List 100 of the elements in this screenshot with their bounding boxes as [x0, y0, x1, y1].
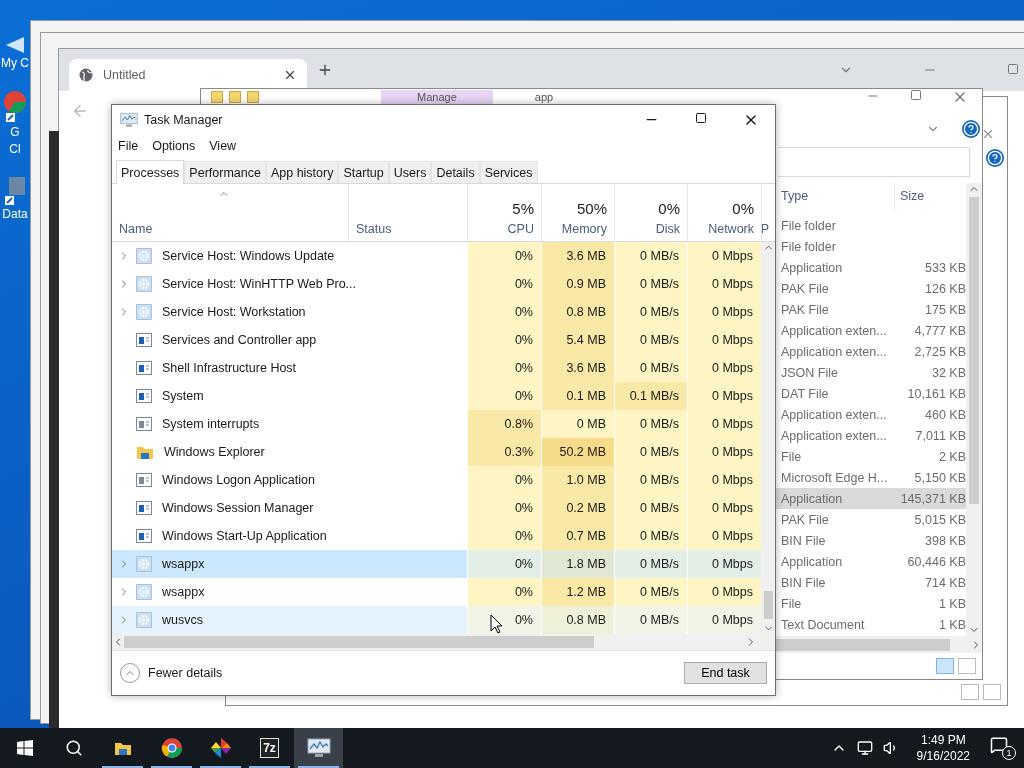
- process-row[interactable]: Service Host: WinHTTP Web Pro... 0% 0.9 MB 0 MB/s 0 Mbps: [112, 270, 761, 298]
- process-row[interactable]: Service Host: Workstation 0% 0.8 MB 0 MB/s 0 Mbps: [112, 298, 761, 326]
- file-row[interactable]: Application exten... 7,011 KB: [776, 425, 966, 446]
- file-row[interactable]: DAT File 10,161 KB: [776, 383, 966, 404]
- process-name: Service Host: Windows Update: [162, 249, 335, 263]
- file-row[interactable]: File 1 KB: [776, 593, 966, 614]
- column-header[interactable]: Network: [708, 222, 754, 236]
- column-header[interactable]: Type: [776, 183, 894, 209]
- menu-item[interactable]: File: [114, 139, 143, 153]
- file-row[interactable]: PAK File 5,015 KB: [776, 509, 966, 530]
- taskbar-app[interactable]: 7z: [245, 728, 294, 768]
- metric-cell: 0 MB: [541, 410, 614, 438]
- metric-cell: 0 Mbps: [687, 494, 761, 522]
- process-name: wusvcs: [162, 613, 203, 627]
- help-icon[interactable]: [962, 120, 980, 138]
- process-row[interactable]: wusvcs 0% 0.8 MB 0 MB/s 0 Mbps: [112, 606, 761, 634]
- column-header[interactable]: Disk: [655, 222, 680, 236]
- folder-icon[interactable]: [229, 91, 241, 103]
- tiles-view-icon[interactable]: [983, 684, 1001, 700]
- file-row[interactable]: Application 145,371 KB: [776, 488, 966, 509]
- folder-icon[interactable]: [247, 91, 259, 103]
- folder-icon[interactable]: [211, 91, 223, 103]
- process-row[interactable]: Windows Explorer 0.3% 50.2 MB 0 MB/s 0 Mbps: [112, 438, 761, 466]
- desktop-icon-label[interactable]: G: [10, 125, 20, 140]
- scrollbar[interactable]: [112, 634, 775, 650]
- file-row[interactable]: BIN File 714 KB: [776, 572, 966, 593]
- tab[interactable]: App history: [265, 161, 339, 183]
- file-row[interactable]: Application exten... 460 KB: [776, 404, 966, 425]
- file-row[interactable]: Application exten... 4,777 KB: [776, 320, 966, 341]
- taskbar-app[interactable]: [294, 728, 343, 768]
- file-row[interactable]: JSON File 32 KB: [776, 362, 966, 383]
- metric-cell: 0.2 MB: [541, 494, 614, 522]
- ribbon-tab[interactable]: Manage: [381, 90, 493, 104]
- window-icon: [136, 389, 152, 403]
- usage-total: 50%: [576, 200, 607, 217]
- file-row[interactable]: BIN File 398 KB: [776, 530, 966, 551]
- file-row[interactable]: Microsoft Edge H... 5,150 KB: [776, 467, 966, 488]
- metric-cell: 0 MB/s: [614, 298, 687, 326]
- desktop-icon-label[interactable]: Cl: [9, 142, 21, 157]
- close-icon[interactable]: [283, 68, 297, 82]
- process-row[interactable]: System 0% 0.1 MB 0.1 MB/s 0 Mbps: [112, 382, 761, 410]
- process-row[interactable]: Windows Logon Application 0% 1.0 MB 0 MB/s 0 Mbps: [112, 466, 761, 494]
- clock-time[interactable]: 1:49 PM: [920, 732, 966, 748]
- scroll-thumb[interactable]: [763, 591, 773, 619]
- column-header[interactable]: CPU: [507, 222, 534, 236]
- details-view-icon[interactable]: [936, 658, 954, 674]
- tab[interactable]: Details: [431, 161, 480, 183]
- ribbon-tab[interactable]: app: [498, 90, 590, 104]
- maximize-icon[interactable]: [695, 112, 707, 124]
- file-row[interactable]: PAK File 126 KB: [776, 278, 966, 299]
- desktop-icon-label[interactable]: My C: [1, 56, 29, 71]
- usage-total: 5%: [512, 200, 534, 217]
- network-icon[interactable]: [856, 740, 873, 756]
- column-header[interactable]: Status: [356, 222, 392, 236]
- metric-cell: 0 Mbps: [687, 354, 761, 382]
- end-task-button[interactable]: End task: [684, 662, 767, 684]
- process-row[interactable]: Service Host: Windows Update 0% 3.6 MB 0 MB/s 0 Mbps: [112, 242, 761, 270]
- metric-cell: 0 Mbps: [687, 382, 761, 410]
- file-row[interactable]: File 2 KB: [776, 446, 966, 467]
- tab[interactable]: Processes: [116, 160, 185, 184]
- file-row[interactable]: File folder: [776, 215, 966, 236]
- process-row[interactable]: wsappx 0% 1.8 MB 0 MB/s 0 Mbps: [112, 550, 761, 578]
- clock-date[interactable]: 9/16/2022: [916, 748, 970, 764]
- tab[interactable]: Startup: [338, 161, 389, 183]
- file-row[interactable]: Application 533 KB: [776, 257, 966, 278]
- browser-tab[interactable]: Untitled: [69, 59, 307, 91]
- file-row[interactable]: Application exten... 2,725 KB: [776, 341, 966, 362]
- desktop-icon-label[interactable]: Data: [2, 207, 28, 222]
- scrollbar[interactable]: [966, 183, 982, 636]
- tab[interactable]: Services: [479, 161, 538, 183]
- file-row[interactable]: Text Document 1 KB: [776, 614, 966, 635]
- tab[interactable]: Performance: [184, 161, 266, 183]
- new-tab-icon[interactable]: [317, 62, 333, 78]
- process-row[interactable]: wsappx 0% 1.2 MB 0 MB/s 0 Mbps: [112, 578, 761, 606]
- help-icon[interactable]: [986, 149, 1004, 167]
- scrollbar[interactable]: [776, 636, 982, 653]
- back-icon[interactable]: [71, 102, 89, 120]
- tiles-view-icon[interactable]: [958, 658, 976, 674]
- process-row[interactable]: Windows Session Manager 0% 0.2 MB 0 MB/s 0 Mbps: [112, 494, 761, 522]
- column-header[interactable]: P: [762, 222, 769, 236]
- metric-cell: 0.1 MB: [541, 382, 614, 410]
- metric-cell: 0 Mbps: [687, 578, 761, 606]
- process-row[interactable]: Shell Infrastructure Host 0% 3.6 MB 0 MB/s 0 Mbps: [112, 354, 761, 382]
- file-row[interactable]: PAK File 175 KB: [776, 299, 966, 320]
- process-row[interactable]: Services and Controller app 0% 5.4 MB 0 MB/s 0 Mbps: [112, 326, 761, 354]
- column-header[interactable]: Memory: [561, 222, 607, 236]
- process-row[interactable]: Windows Start-Up Application 0% 0.7 MB 0 MB/s 0 Mbps: [112, 522, 761, 550]
- process-name: wsappx: [162, 557, 205, 571]
- file-row[interactable]: File folder: [776, 236, 966, 257]
- menu-item[interactable]: View: [205, 139, 241, 153]
- fewer-details-link[interactable]: Fewer details: [120, 663, 223, 683]
- scrollbar[interactable]: [761, 242, 775, 634]
- metric-cell: 0%: [467, 606, 541, 634]
- address-bar[interactable]: [778, 147, 970, 177]
- file-row[interactable]: Application 60,446 KB: [776, 551, 966, 572]
- menu-item[interactable]: Options: [148, 139, 200, 153]
- tab[interactable]: Users: [388, 161, 432, 183]
- details-view-icon[interactable]: [961, 684, 979, 700]
- column-header[interactable]: Name: [119, 222, 153, 236]
- process-row[interactable]: System interrupts 0.8% 0 MB 0 MB/s 0 Mbps: [112, 410, 761, 438]
